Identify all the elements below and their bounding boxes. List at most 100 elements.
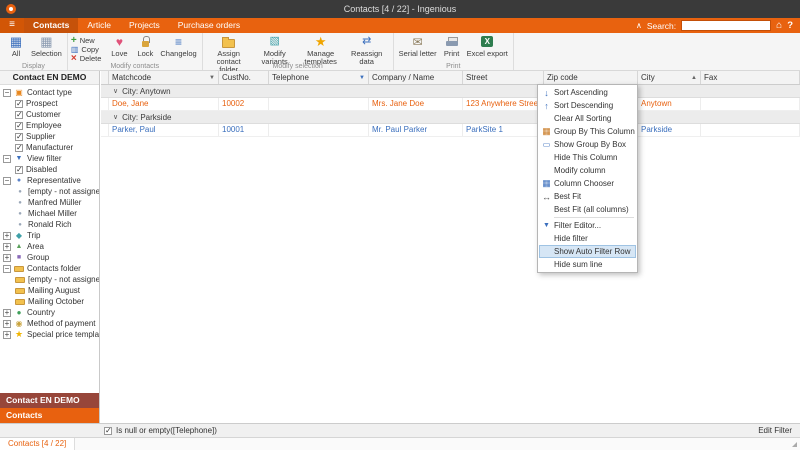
button-label: New bbox=[80, 36, 95, 45]
tree-node-area[interactable]: +▲Area bbox=[0, 241, 99, 252]
menu-item-clear-all-sorting[interactable]: Clear All Sorting bbox=[539, 112, 636, 125]
tree-item-disabled[interactable]: Disabled bbox=[0, 164, 99, 175]
tab-purchase-orders[interactable]: Purchase orders bbox=[169, 18, 249, 33]
checkbox[interactable] bbox=[15, 133, 23, 141]
column-header-company-name[interactable]: Company / Name bbox=[369, 71, 463, 84]
expand-icon[interactable]: + bbox=[3, 320, 11, 328]
menu-item-column-chooser[interactable]: ▦Column Chooser bbox=[539, 177, 636, 190]
menu-item-sort-descending[interactable]: ↑Sort Descending bbox=[539, 99, 636, 112]
tree-item-ronald-rich[interactable]: ●Ronald Rich bbox=[0, 219, 99, 230]
menu-item-sort-ascending[interactable]: ↓Sort Ascending bbox=[539, 86, 636, 99]
tree-item-empty-not-assigned[interactable]: ●[empty - not assigned] bbox=[0, 186, 99, 197]
tree-item-empty-not-assigned[interactable]: [empty - not assigned] bbox=[0, 274, 99, 285]
tree-node-representative[interactable]: −●Representative bbox=[0, 175, 99, 186]
checkbox[interactable] bbox=[15, 100, 23, 108]
lock-button[interactable]: Lock bbox=[132, 34, 158, 58]
delete-button[interactable]: ×Delete bbox=[71, 54, 102, 63]
selection-button[interactable]: ▦Selection bbox=[29, 34, 64, 58]
nav-button-contact-en-demo[interactable]: Contact EN DEMO bbox=[0, 393, 99, 408]
all-button[interactable]: ▦All bbox=[3, 34, 29, 58]
help-icon[interactable]: ? bbox=[787, 20, 793, 31]
collapse-icon[interactable]: − bbox=[3, 155, 11, 163]
menu-item-label: Best Fit bbox=[554, 192, 581, 201]
manage-templates-button[interactable]: ★Manage templates bbox=[298, 34, 344, 66]
tree-node-view-filter[interactable]: −▼View filter bbox=[0, 153, 99, 164]
collapse-ribbon-icon[interactable] bbox=[636, 21, 642, 30]
tree-item-prospect[interactable]: Prospect bbox=[0, 98, 99, 109]
menu-item-best-fit-all-columns[interactable]: Best Fit (all columns) bbox=[539, 203, 636, 216]
excel-export-button[interactable]: XExcel export bbox=[465, 34, 510, 58]
menu-item-group-by-this-column[interactable]: ▦Group By This Column bbox=[539, 125, 636, 138]
tree-item-manufacturer[interactable]: Manufacturer bbox=[0, 142, 99, 153]
tab-article[interactable]: Article bbox=[78, 18, 120, 33]
menu-item-hide-filter[interactable]: Hide filter bbox=[539, 232, 636, 245]
changelog-icon: ≡ bbox=[175, 36, 182, 48]
menu-item-show-auto-filter-row[interactable]: Show Auto Filter Row bbox=[539, 245, 636, 258]
column-header-city[interactable]: City▲ bbox=[638, 71, 701, 84]
tree-node-trip[interactable]: +◆Trip bbox=[0, 230, 99, 241]
expand-icon[interactable]: + bbox=[3, 243, 11, 251]
collapse-icon[interactable]: − bbox=[3, 177, 11, 185]
expand-icon[interactable]: + bbox=[3, 232, 11, 240]
nav-button-contacts[interactable]: Contacts bbox=[0, 408, 99, 423]
app-window: Contacts [4 / 22] - Ingenious ContactsAr… bbox=[0, 0, 800, 450]
column-header-street[interactable]: Street bbox=[463, 71, 544, 84]
search-input[interactable] bbox=[681, 20, 771, 31]
bottom-tab-bar: Contacts [4 / 22] bbox=[0, 437, 800, 450]
tree-item-employee[interactable]: Employee bbox=[0, 120, 99, 131]
changelog-button[interactable]: ≡Changelog bbox=[158, 34, 198, 58]
expand-icon[interactable]: + bbox=[3, 331, 11, 339]
tree-item-customer[interactable]: Customer bbox=[0, 109, 99, 120]
menu-item-best-fit[interactable]: ↔Best Fit bbox=[539, 190, 636, 203]
serial-letter-button[interactable]: ✉Serial letter bbox=[397, 34, 439, 58]
column-header-matchcode[interactable]: Matchcode▼ bbox=[109, 71, 219, 84]
filter-checkbox[interactable] bbox=[104, 427, 112, 435]
tree-item-manfred-m-ller[interactable]: ●Manfred Müller bbox=[0, 197, 99, 208]
tree-node-method-of-payment[interactable]: +◉Method of payment bbox=[0, 318, 99, 329]
checkbox[interactable] bbox=[15, 144, 23, 152]
table-row[interactable]: Parker, Paul10001Mr. Paul ParkerParkSite… bbox=[101, 124, 800, 137]
tree-item-mailing-october[interactable]: Mailing October bbox=[0, 296, 99, 307]
menu-item-hide-this-column[interactable]: Hide This Column bbox=[539, 151, 636, 164]
tab-projects[interactable]: Projects bbox=[120, 18, 169, 33]
expand-icon[interactable]: + bbox=[3, 254, 11, 262]
menu-icon[interactable] bbox=[0, 18, 24, 33]
checkbox[interactable] bbox=[15, 122, 23, 130]
tree-node-special-price-templates[interactable]: +★Special price templates bbox=[0, 329, 99, 340]
modify-variants-button[interactable]: ▧Modify variants bbox=[252, 34, 298, 66]
cell: Parker, Paul bbox=[109, 124, 219, 136]
checkbox[interactable] bbox=[15, 166, 23, 174]
home-icon[interactable] bbox=[776, 19, 782, 32]
column-header-fax[interactable]: Fax bbox=[701, 71, 800, 84]
reassign-data-button[interactable]: ⇄Reassign data bbox=[344, 34, 390, 66]
print-button[interactable]: Print bbox=[439, 34, 465, 58]
table-row[interactable]: Doe, Jane10002Mrs. Jane Doe123 Anywhere … bbox=[101, 98, 800, 111]
collapse-icon[interactable]: − bbox=[3, 89, 11, 97]
new-button[interactable]: +New bbox=[71, 36, 102, 45]
group-row-city-anytown[interactable]: City: Anytown bbox=[101, 85, 800, 98]
filter-dropdown-icon[interactable]: ▼ bbox=[209, 75, 215, 81]
tree-node-contact-type[interactable]: −▣Contact type bbox=[0, 87, 99, 98]
collapse-icon[interactable]: − bbox=[3, 265, 11, 273]
tree-item-supplier[interactable]: Supplier bbox=[0, 131, 99, 142]
tree-node-contacts-folder[interactable]: −Contacts folder bbox=[0, 263, 99, 274]
menu-item-filter-editor[interactable]: ▼Filter Editor... bbox=[539, 219, 636, 232]
tab-contacts[interactable]: Contacts bbox=[24, 18, 78, 33]
menu-item-hide-sum-line[interactable]: Hide sum line bbox=[539, 258, 636, 271]
column-header-custno[interactable]: CustNo. bbox=[219, 71, 269, 84]
love-button[interactable]: ♥Love bbox=[106, 34, 132, 58]
filter-icon[interactable]: ▼ bbox=[359, 75, 365, 81]
group-row-city-parkside[interactable]: City: Parkside bbox=[101, 111, 800, 124]
menu-item-modify-column[interactable]: Modify column bbox=[539, 164, 636, 177]
tree-item-mailing-august[interactable]: Mailing August bbox=[0, 285, 99, 296]
tree-node-group[interactable]: +■Group bbox=[0, 252, 99, 263]
expand-icon[interactable]: + bbox=[3, 309, 11, 317]
column-header-telephone[interactable]: Telephone▼ bbox=[269, 71, 369, 84]
edit-filter-button[interactable]: Edit Filter bbox=[758, 426, 800, 435]
checkbox[interactable] bbox=[15, 111, 23, 119]
menu-item-show-group-by-box[interactable]: ▭Show Group By Box bbox=[539, 138, 636, 151]
tree-item-michael-miller[interactable]: ●Michael Miller bbox=[0, 208, 99, 219]
tree-node-country[interactable]: +●Country bbox=[0, 307, 99, 318]
bottom-tab-contacts[interactable]: Contacts [4 / 22] bbox=[0, 438, 75, 450]
column-header-zip-code[interactable]: Zip code bbox=[544, 71, 638, 84]
